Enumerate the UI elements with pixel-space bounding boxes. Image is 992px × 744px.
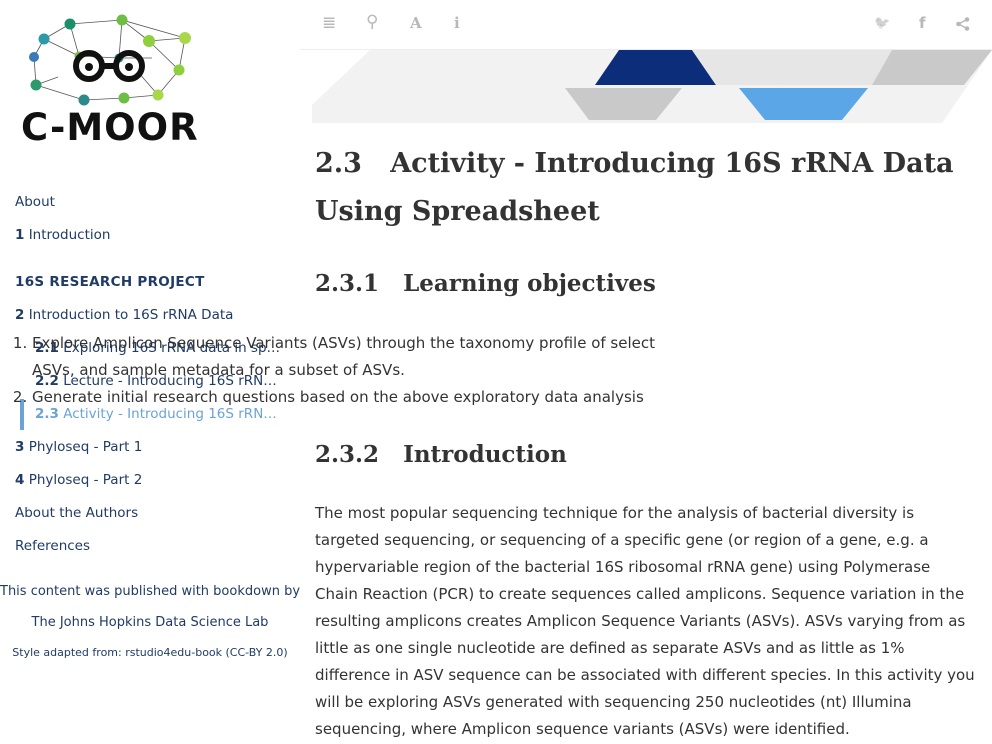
section-title: Introduction: [403, 441, 567, 468]
credit-style-link[interactable]: Style adapted from: rstudio4edu-book (CC…: [0, 646, 300, 659]
header-banner-image: [312, 50, 992, 123]
nav-label: Introduction: [28, 227, 111, 243]
facebook-icon[interactable]: f: [919, 14, 926, 32]
main-content: 2.3 Activity - Introducing 16S rRNA Data…: [315, 140, 975, 236]
toolbar: ≣ ⚲ A i 🐦 f: [300, 0, 992, 50]
nav-label: Introduction to 16S rRNA Data: [28, 307, 234, 323]
search-icon[interactable]: ⚲: [366, 12, 378, 32]
title-text: Activity - Introducing 16S rRNA Data Usi…: [315, 148, 954, 227]
page-title: 2.3 Activity - Introducing 16S rRNA Data…: [315, 140, 975, 236]
objectives-list: Explore Amplicon Sequence Variants (ASVs…: [32, 330, 662, 411]
info-icon[interactable]: i: [454, 14, 460, 32]
nav-label: Phyloseq - Part 1: [28, 439, 143, 455]
part-header: 16S RESEARCH PROJECT: [15, 274, 205, 290]
nav-number: 1: [15, 227, 25, 243]
credit-bookdown-link[interactable]: This content was published with bookdown…: [0, 584, 300, 599]
section-number: 2.3: [315, 148, 362, 179]
nav-label: About: [15, 194, 55, 210]
section-heading-introduction: 2.3.2 Introduction: [315, 441, 567, 468]
section-number: 2.3.1: [315, 270, 380, 297]
nav-item-chapter-4[interactable]: 4 Phyloseq - Part 2: [15, 472, 142, 488]
nav-number: 4: [15, 472, 25, 488]
nav-number: 2: [15, 307, 25, 323]
list-item: Explore Amplicon Sequence Variants (ASVs…: [32, 330, 662, 384]
nav-item-about-authors[interactable]: About the Authors: [15, 505, 138, 521]
nav-label: Phyloseq - Part 2: [28, 472, 143, 488]
nav-label: References: [15, 538, 91, 554]
credit-jhu-link[interactable]: The Johns Hopkins Data Science Lab: [0, 615, 300, 630]
share-icon[interactable]: [956, 17, 970, 31]
list-item: Generate initial research questions base…: [32, 384, 662, 411]
font-settings-icon[interactable]: A: [410, 14, 422, 32]
nav-item-introduction[interactable]: 1 Introduction: [15, 227, 110, 243]
nav-number: 3: [15, 439, 25, 455]
nav-item-chapter-3[interactable]: 3 Phyloseq - Part 1: [15, 439, 142, 455]
section-title: Learning objectives: [403, 270, 656, 297]
nav-item-about[interactable]: About: [15, 194, 55, 210]
logo-text: C-MOOR: [21, 106, 199, 149]
twitter-icon[interactable]: 🐦: [874, 16, 890, 31]
intro-paragraph: The most popular sequencing technique fo…: [315, 504, 975, 738]
nav-label: About the Authors: [15, 505, 139, 521]
section-heading-learning-objectives: 2.3.1 Learning objectives: [315, 270, 656, 297]
section-number: 2.3.2: [315, 441, 380, 468]
nav-item-references[interactable]: References: [15, 538, 90, 554]
nav-item-chapter-2[interactable]: 2 Introduction to 16S rRNA Data: [15, 307, 233, 323]
toggle-sidebar-icon[interactable]: ≣: [322, 13, 336, 33]
